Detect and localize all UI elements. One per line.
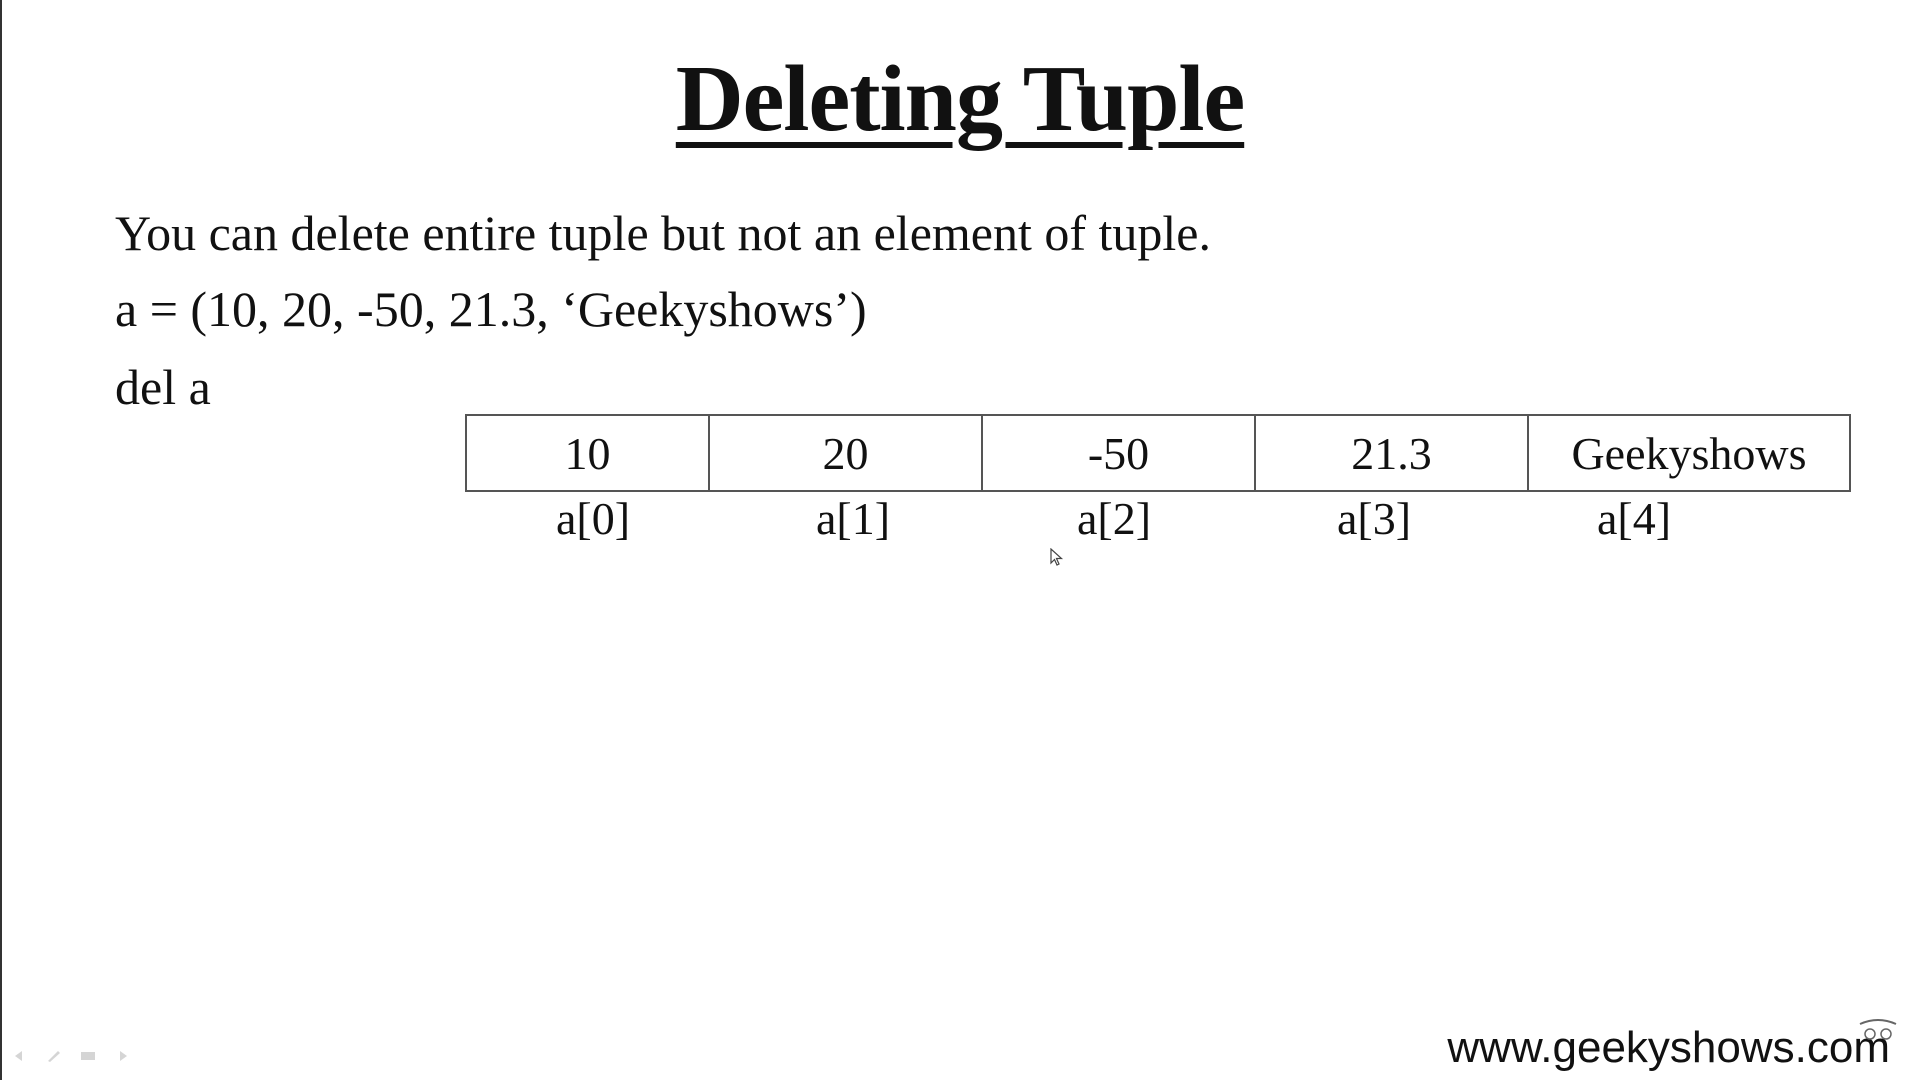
slide-title-text: Deleting Tuple: [675, 47, 1245, 151]
next-arrow-icon[interactable]: [114, 1050, 130, 1062]
left-border: [0, 0, 2, 1080]
tuple-index-label: a[2]: [1077, 493, 1152, 544]
pen-icon[interactable]: [46, 1050, 62, 1062]
tuple-diagram: 10 20 -50 21.3 Geekyshows: [465, 414, 1851, 492]
tuple-cell: 20: [708, 416, 981, 490]
mouse-pointer-icon: [1050, 548, 1064, 566]
tuple-cell: -50: [981, 416, 1254, 490]
tuple-index-label: a[0]: [556, 493, 631, 544]
tuple-index-label: a[3]: [1337, 493, 1412, 544]
previous-arrow-icon[interactable]: [12, 1050, 28, 1062]
del-statement-line: del a: [115, 359, 211, 415]
tuple-cell: Geekyshows: [1527, 416, 1849, 490]
tuple-assignment-line: a = (10, 20, -50, 21.3, ‘Geekyshows’): [115, 281, 867, 337]
tuple-cell: 10: [564, 427, 611, 479]
slide-title: Deleting Tuple: [0, 52, 1920, 146]
tuple-index-label: a[1]: [816, 493, 891, 544]
footer-website-url: www.geekyshows.com: [1447, 1023, 1890, 1072]
tuple-cell: 21.3: [1254, 416, 1527, 490]
tuple-index-label: a[4]: [1597, 493, 1672, 544]
slideshow-controls: [12, 1050, 130, 1062]
slides-menu-icon[interactable]: [80, 1050, 96, 1062]
channel-logo-icon: [1859, 1019, 1897, 1040]
description-line: You can delete entire tuple but not an e…: [115, 205, 1211, 261]
